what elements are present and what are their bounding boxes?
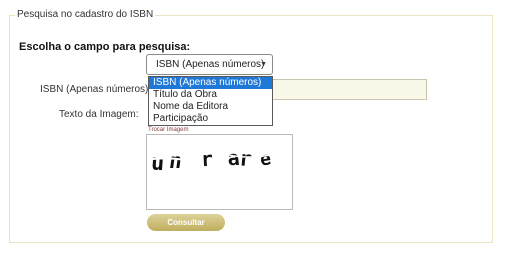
refresh-captcha-link[interactable]: Trocar Imagem bbox=[148, 127, 188, 133]
isbn-search-page: Pesquisa no cadastro do ISBN Escolha o c… bbox=[0, 0, 517, 268]
dropdown-arrow-icon: ▼ bbox=[260, 61, 267, 68]
captcha-text-label: Texto da Imagem: bbox=[59, 109, 139, 120]
option-isbn[interactable]: ISBN (Apenas números) bbox=[149, 77, 272, 89]
svg-text:e: e bbox=[258, 148, 272, 171]
captcha-image: u n r a r e bbox=[146, 134, 293, 210]
svg-text:r: r bbox=[238, 146, 253, 171]
svg-text:u: u bbox=[150, 150, 165, 176]
search-field-options-list: ISBN (Apenas números) Título da Obra Nom… bbox=[148, 76, 273, 126]
select-current-value: ISBN (Apenas números) bbox=[156, 59, 265, 70]
option-participacao[interactable]: Participação bbox=[149, 113, 272, 125]
fieldset-legend: Pesquisa no cadastro do ISBN bbox=[15, 9, 156, 20]
captcha-distorted-text: u n r a r e bbox=[150, 146, 273, 176]
option-titulo-da-obra[interactable]: Título da Obra bbox=[149, 89, 272, 101]
isbn-field-label: ISBN (Apenas números): bbox=[40, 84, 152, 95]
section-title: Escolha o campo para pesquisa: bbox=[19, 41, 191, 53]
consultar-button[interactable]: Consultar bbox=[147, 214, 225, 231]
option-nome-da-editora[interactable]: Nome da Editora bbox=[149, 101, 272, 113]
search-field-select[interactable]: ISBN (Apenas números) ▼ bbox=[146, 54, 273, 75]
svg-text:r: r bbox=[200, 147, 213, 172]
